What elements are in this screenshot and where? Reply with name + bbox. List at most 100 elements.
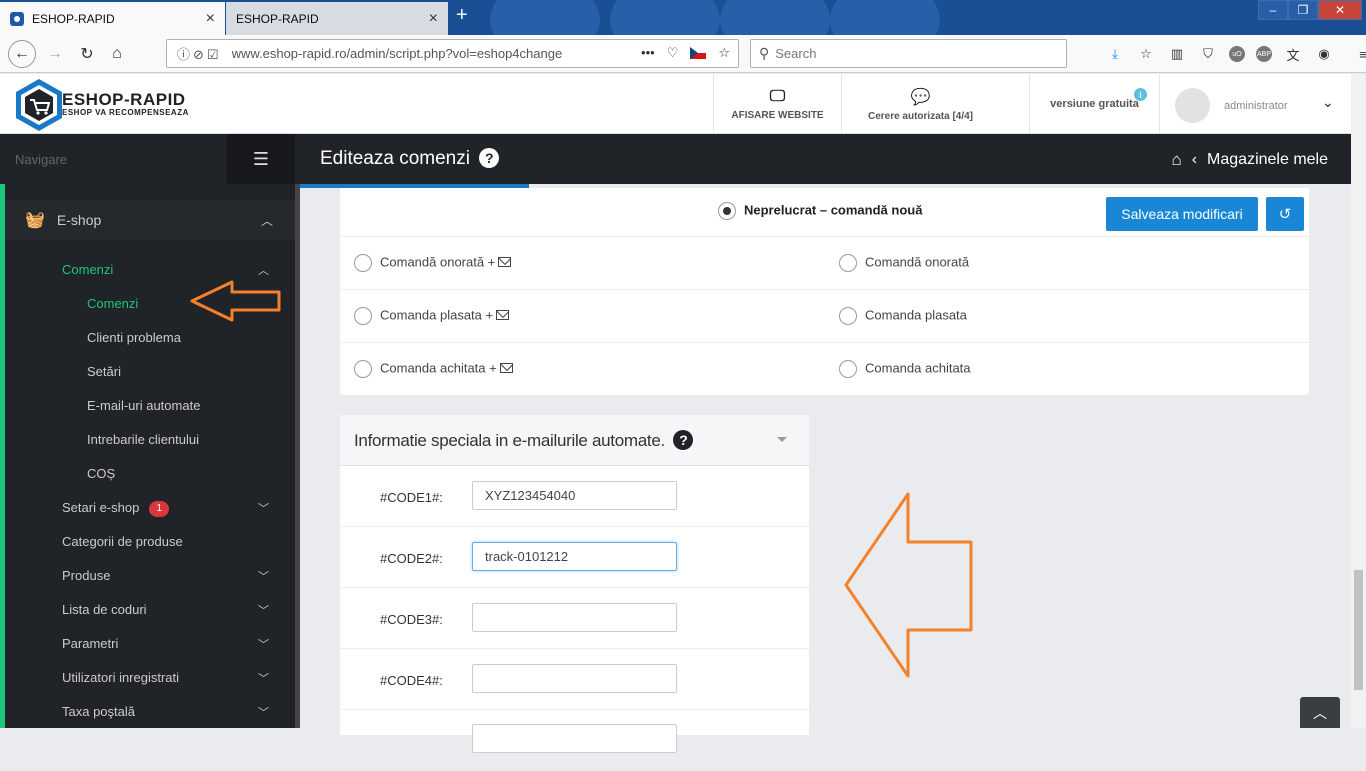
- chevron-down-icon[interactable]: ﹀: [258, 704, 269, 720]
- close-tab-icon[interactable]: ×: [429, 10, 438, 28]
- status-option[interactable]: Comanda achitata: [839, 360, 971, 378]
- logo-icon[interactable]: [14, 78, 64, 132]
- scroll-to-top-button[interactable]: ︿: [1300, 697, 1340, 728]
- url-bar[interactable]: ⓘ⊘☑ www.eshop-rapid.ro/admin/script.php?…: [166, 39, 739, 68]
- collapse-caret-icon[interactable]: [777, 437, 787, 442]
- special-info-card: Informatie speciala in e-mailurile autom…: [340, 415, 809, 753]
- status-option[interactable]: Comandă onorată: [839, 254, 969, 272]
- sidebar-item-setari[interactable]: Setări: [87, 364, 121, 379]
- sidebar-item-utilizatori[interactable]: Utilizatori inregistrati: [62, 670, 179, 685]
- code4-input[interactable]: [472, 664, 677, 693]
- status-option[interactable]: Comanda achitata +: [354, 360, 513, 378]
- home-icon[interactable]: ⌂: [106, 43, 128, 65]
- authorization-request-button[interactable]: 💬 Cerere autorizata [4/4]: [841, 74, 999, 134]
- hamburger-menu-icon[interactable]: ☰: [227, 134, 295, 184]
- scrollbar-thumb[interactable]: [1354, 570, 1363, 690]
- code3-input[interactable]: [472, 603, 677, 632]
- monitor-icon: 🖵: [769, 87, 786, 105]
- window-controls: – ❐ ✕: [1258, 0, 1362, 20]
- status-option[interactable]: Comanda plasata: [839, 307, 967, 325]
- status-row: Comanda plasata + Comanda plasata: [340, 289, 1309, 342]
- home-icon[interactable]: ⌂: [1171, 150, 1181, 170]
- bookmark-star-icon[interactable]: ☆: [718, 45, 730, 61]
- user-menu[interactable]: administrator ⌄: [1159, 74, 1366, 134]
- info-icon[interactable]: i: [1134, 88, 1147, 101]
- radio-button[interactable]: [839, 254, 857, 272]
- close-tab-icon[interactable]: ×: [206, 10, 215, 28]
- status-option-label: Comanda achitata: [865, 360, 971, 376]
- back-icon[interactable]: ←: [8, 40, 36, 68]
- show-website-button[interactable]: 🖵 AFISARE WEBSITE: [713, 74, 841, 134]
- background-decoration: [720, 0, 830, 35]
- sidebar-item-categorii[interactable]: Categorii de produse: [62, 534, 183, 549]
- reload-icon[interactable]: ↻: [76, 43, 98, 65]
- search-input[interactable]: ⚲ Search: [750, 39, 1067, 68]
- sidebar-item-comenzi-group[interactable]: Comenzi: [62, 262, 113, 277]
- close-window-icon[interactable]: ✕: [1318, 0, 1362, 20]
- page-scrollbar[interactable]: [1351, 74, 1366, 728]
- code5-input[interactable]: [472, 724, 677, 753]
- menu-icon[interactable]: ≡: [1353, 44, 1366, 64]
- logo-text[interactable]: ESHOP-RAPID ESHOP VA RECOMPENSEAZA: [62, 90, 189, 117]
- chevron-down-icon[interactable]: ﹀: [258, 500, 269, 516]
- sidebar-item-comenzi[interactable]: Comenzi: [87, 296, 138, 311]
- sidebar-item-setari-eshop[interactable]: Setari e-shop 1: [62, 500, 170, 517]
- minimize-icon[interactable]: –: [1258, 0, 1288, 20]
- code1-input[interactable]: [472, 481, 677, 510]
- sidebar-section-eshop[interactable]: 🧺 E-shop ︿: [5, 200, 295, 240]
- radio-button-selected[interactable]: [718, 202, 736, 220]
- radio-button[interactable]: [354, 360, 372, 378]
- sidebar-item-parametri[interactable]: Parametri: [62, 636, 118, 651]
- language-flag-icon[interactable]: [690, 47, 707, 59]
- tab-title: ESHOP-RAPID: [236, 11, 319, 26]
- forward-icon[interactable]: →: [44, 43, 66, 65]
- chevron-down-icon[interactable]: ﹀: [258, 602, 269, 618]
- radio-button[interactable]: [354, 307, 372, 325]
- version-badge[interactable]: i versiune gratuita: [1029, 74, 1159, 134]
- reset-icon[interactable]: ↺: [1266, 197, 1304, 231]
- help-icon[interactable]: ?: [479, 148, 500, 168]
- shield-icon[interactable]: ⛉: [1198, 44, 1218, 64]
- download-icon[interactable]: ⤓: [1105, 44, 1125, 64]
- ublock-icon[interactable]: uO: [1229, 46, 1245, 62]
- chevron-down-icon[interactable]: ﹀: [258, 636, 269, 652]
- sidebar-item-intrebari[interactable]: Intrebarile clientului: [87, 432, 199, 447]
- sidebar-item-lista-coduri[interactable]: Lista de coduri: [62, 602, 147, 617]
- url-text[interactable]: www.eshop-rapid.ro/admin/script.php?vol=…: [232, 46, 587, 61]
- status-current-option[interactable]: Neprelucrat – comandă nouă: [718, 202, 922, 220]
- code-row: #CODE1#:: [340, 466, 809, 527]
- status-option[interactable]: Comanda plasata +: [354, 307, 510, 325]
- browser-tab-active[interactable]: ESHOP-RAPID ×: [0, 2, 225, 35]
- breadcrumb-my-stores[interactable]: Magazinele mele: [1207, 151, 1328, 169]
- sidebar-item-clienti-problema[interactable]: Clienti problema: [87, 330, 181, 345]
- new-tab-icon[interactable]: +: [456, 4, 468, 27]
- sidebar-item-email-automate[interactable]: E-mail-uri automate: [87, 398, 200, 413]
- star-icon[interactable]: ☆: [1136, 44, 1156, 64]
- maximize-icon[interactable]: ❐: [1288, 0, 1318, 20]
- more-actions-icon[interactable]: •••: [641, 45, 655, 61]
- chevron-down-icon[interactable]: ﹀: [258, 670, 269, 686]
- radio-button[interactable]: [839, 360, 857, 378]
- chevron-down-icon[interactable]: ⌄: [1322, 94, 1334, 111]
- abp-icon[interactable]: ABP: [1256, 46, 1272, 62]
- library-icon[interactable]: ▥: [1167, 44, 1187, 64]
- translate-icon[interactable]: 文: [1283, 44, 1303, 64]
- site-info-icon[interactable]: ⓘ⊘☑: [177, 44, 222, 63]
- special-info-header[interactable]: Informatie speciala in e-mailurile autom…: [340, 415, 809, 466]
- chevron-down-icon[interactable]: ﹀: [258, 568, 269, 584]
- sidebar-item-cos[interactable]: COȘ: [87, 466, 115, 481]
- radio-button[interactable]: [354, 254, 372, 272]
- help-icon[interactable]: ?: [673, 430, 694, 450]
- chevron-up-icon[interactable]: ︿: [258, 262, 269, 278]
- radio-button[interactable]: [839, 307, 857, 325]
- code-label: #CODE3#:: [380, 612, 443, 627]
- account-icon[interactable]: ◉: [1314, 44, 1334, 64]
- pocket-icon[interactable]: ♡: [667, 45, 679, 61]
- code2-input[interactable]: [472, 542, 677, 571]
- save-changes-button[interactable]: Salveaza modificari: [1106, 197, 1258, 231]
- code-label: #CODE1#:: [380, 490, 443, 505]
- status-option[interactable]: Comandă onorată +: [354, 254, 512, 272]
- sidebar-item-taxa-postala[interactable]: Taxa poştală: [62, 704, 135, 719]
- browser-tab[interactable]: ESHOP-RAPID ×: [226, 2, 448, 35]
- sidebar-item-produse[interactable]: Produse: [62, 568, 110, 583]
